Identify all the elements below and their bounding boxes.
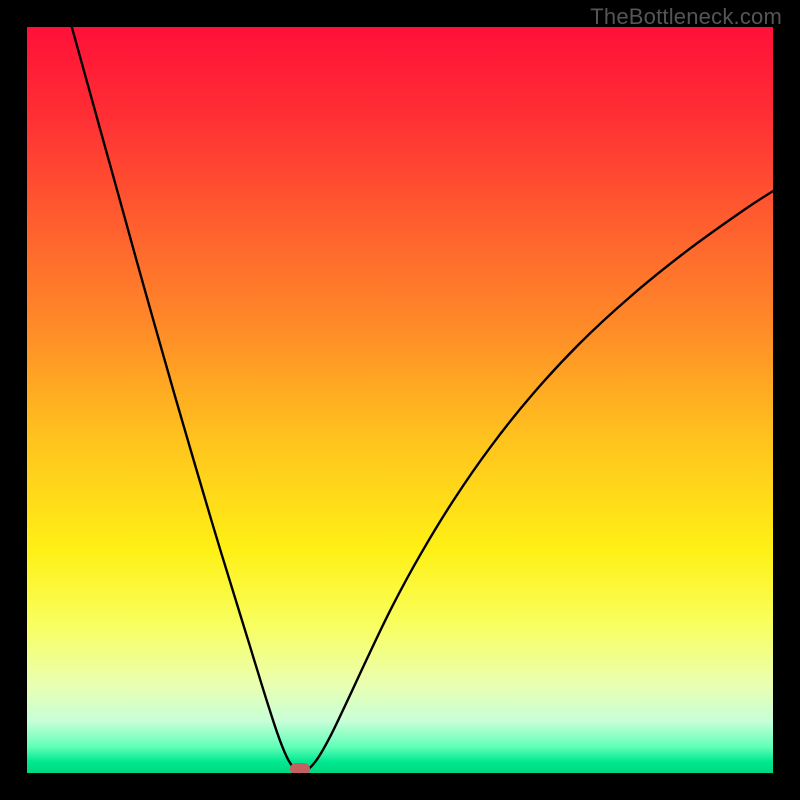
chart-curve — [27, 27, 773, 773]
curve-minimum-marker — [290, 763, 310, 773]
watermark-text: TheBottleneck.com — [590, 4, 782, 30]
chart-plot-area — [27, 27, 773, 773]
